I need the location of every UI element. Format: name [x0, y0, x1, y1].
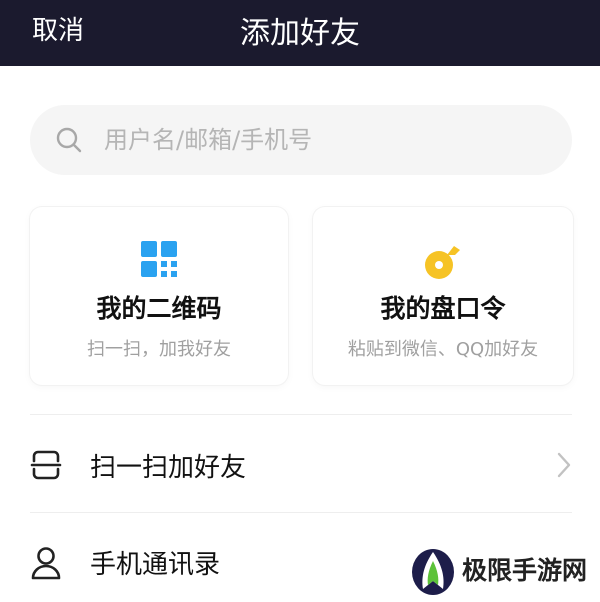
my-password-card[interactable]: 我的盘口令 粘贴到微信、QQ加好友: [313, 207, 573, 385]
my-qr-code-card[interactable]: 我的二维码 扫一扫，加我好友: [30, 207, 288, 385]
row-label: 手机通讯录: [90, 550, 221, 580]
card-subtitle: 扫一扫，加我好友: [87, 339, 231, 360]
divider: [30, 414, 572, 415]
row-label: 扫一扫加好友: [90, 453, 247, 483]
card-title: 我的盘口令: [380, 294, 506, 323]
divider: [30, 512, 572, 513]
password-key-icon: [425, 246, 460, 279]
scan-icon: [30, 450, 62, 480]
page-title: 添加好友: [240, 16, 360, 51]
card-title: 我的二维码: [96, 294, 222, 323]
contacts-person-icon: [31, 547, 61, 580]
search-input[interactable]: [102, 125, 546, 155]
chevron-right-icon: [557, 452, 571, 478]
card-subtitle: 粘贴到微信、QQ加好友: [347, 339, 539, 360]
search-bar[interactable]: [30, 105, 572, 175]
scan-add-friend-row[interactable]: 扫一扫加好友: [0, 425, 600, 505]
search-icon: [56, 127, 82, 153]
site-watermark: 极限手游网: [408, 545, 598, 599]
watermark-text: 极限手游网: [462, 556, 588, 585]
watermark-logo-icon: [412, 549, 454, 595]
top-bar: 取消 添加好友: [0, 0, 600, 66]
qr-code-icon: [141, 241, 177, 277]
